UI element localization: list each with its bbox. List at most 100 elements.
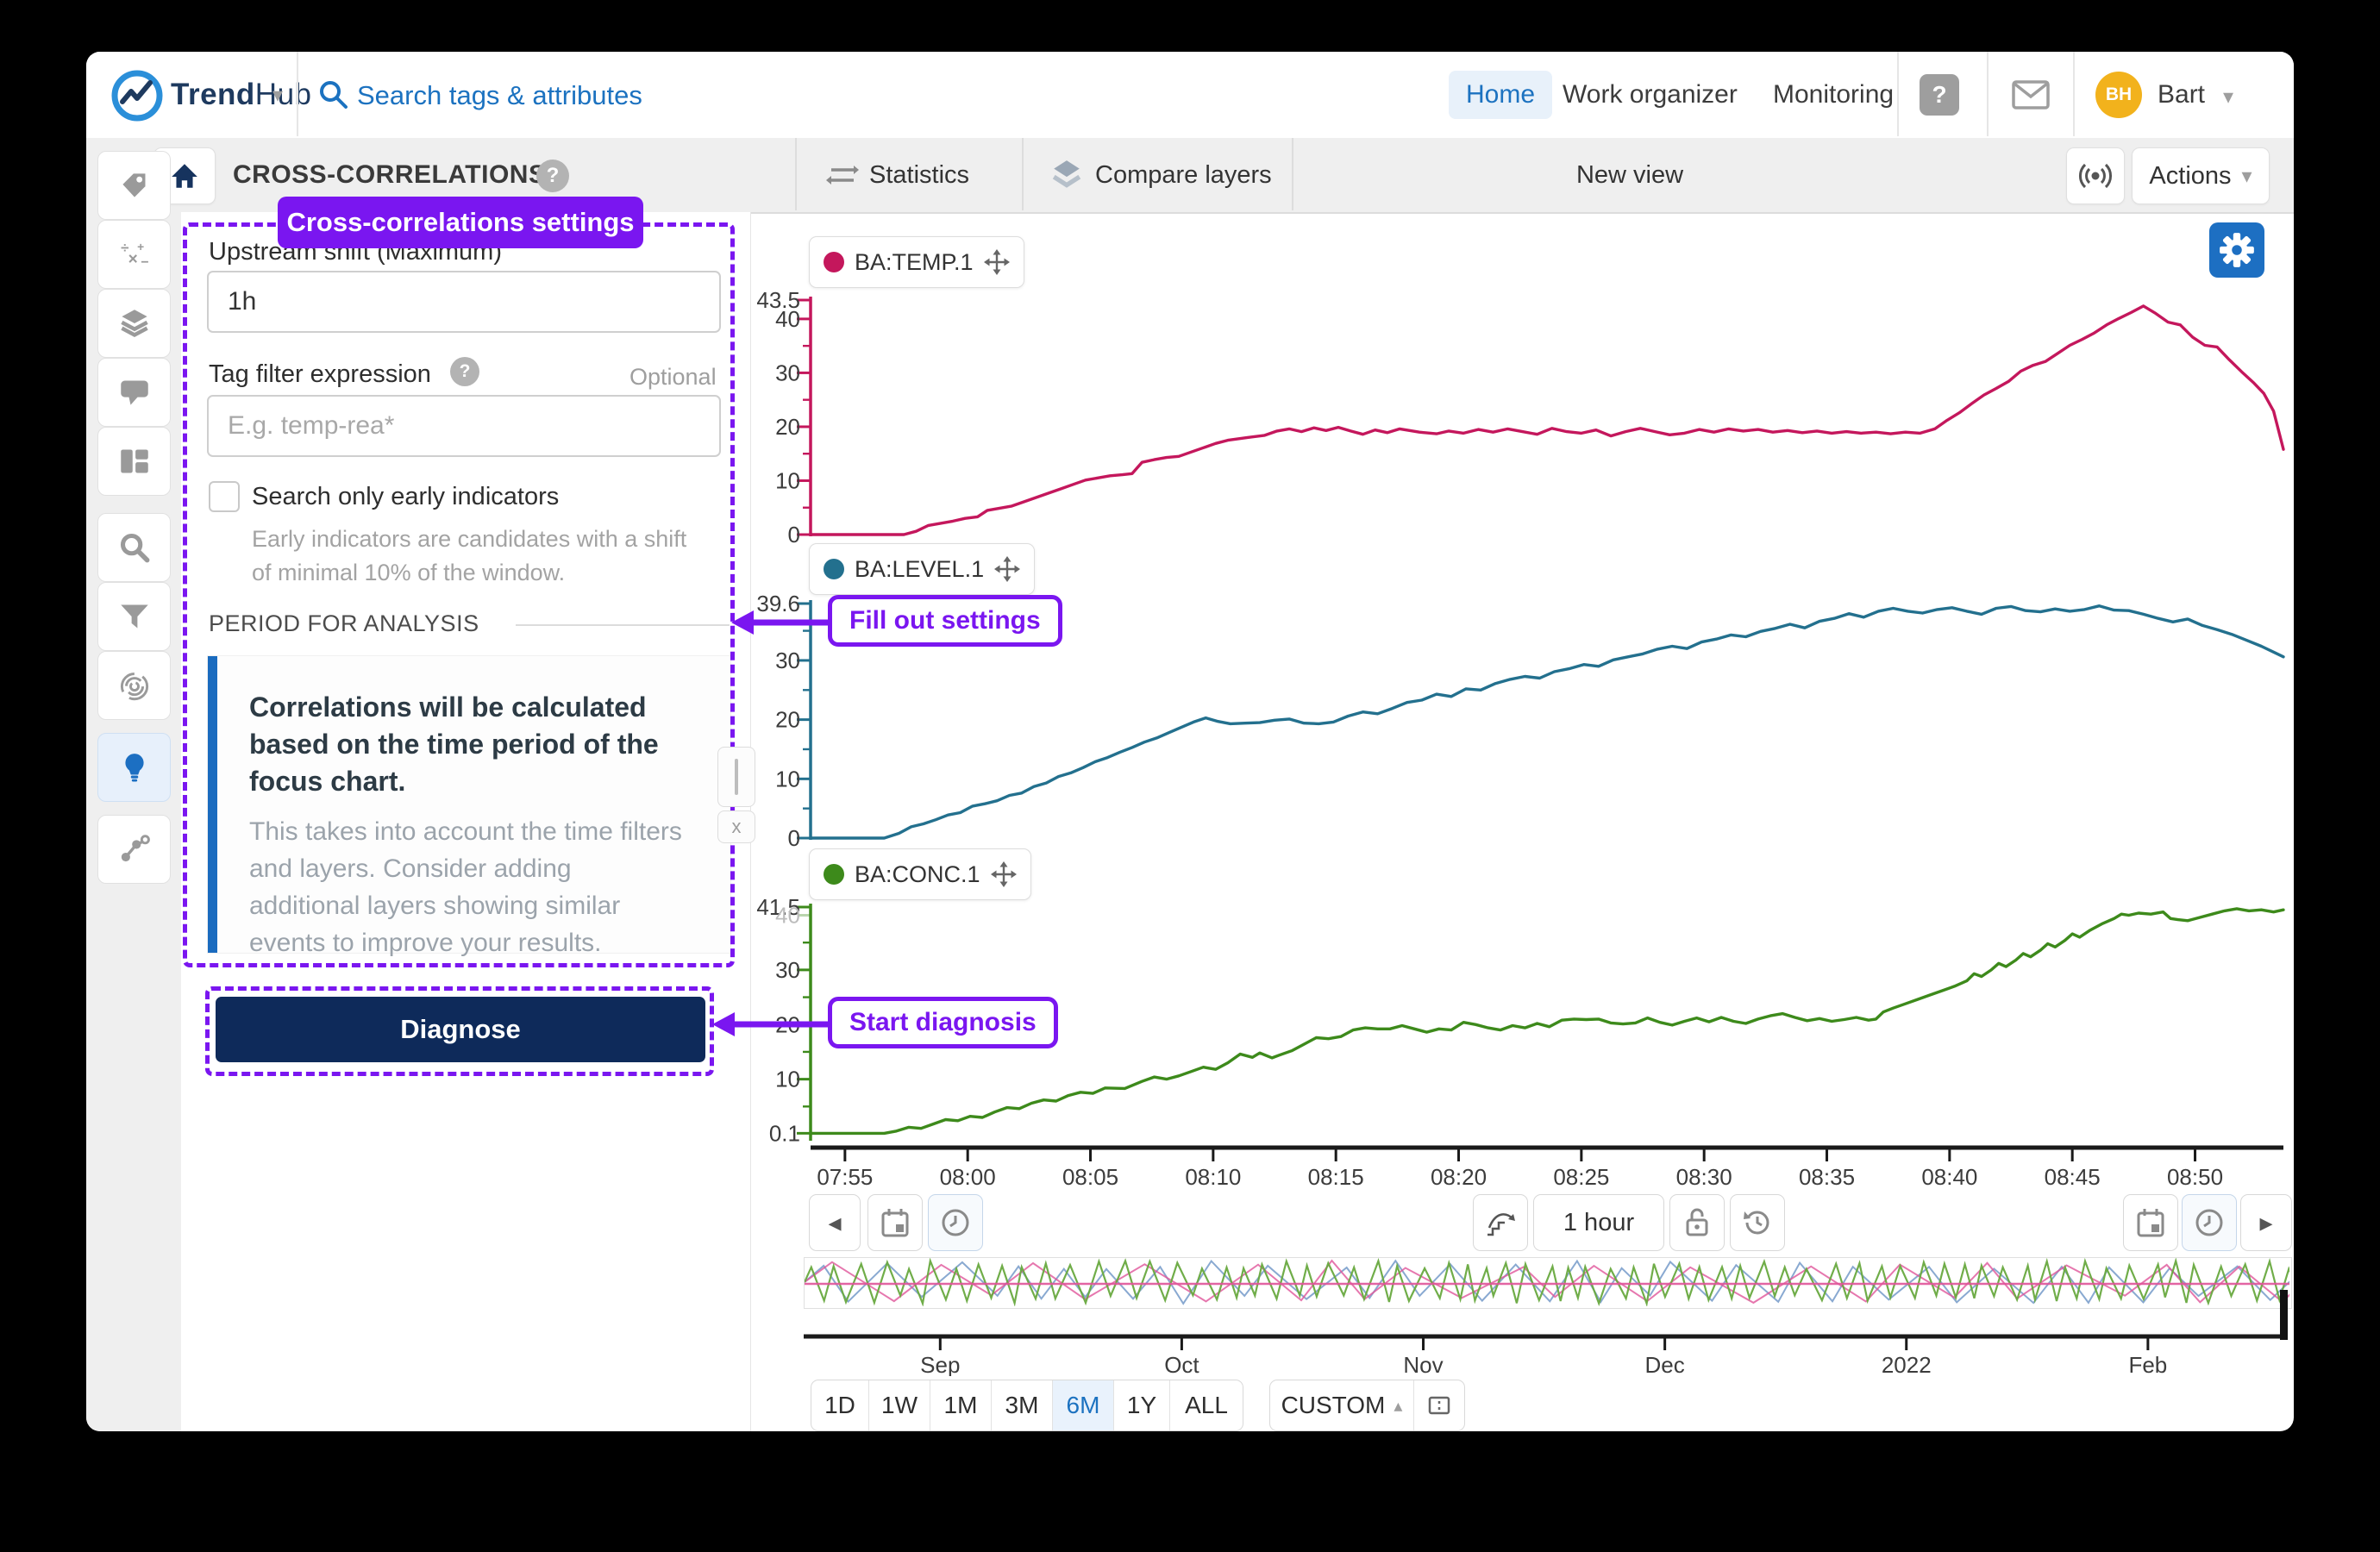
svg-text:08:40: 08:40 [1921, 1164, 1977, 1190]
svg-text:40: 40 [775, 306, 800, 332]
svg-text:Sep: Sep [920, 1352, 960, 1376]
sidebar-item-filter[interactable] [97, 582, 171, 651]
custom-range-button[interactable]: CUSTOM ▴ [1270, 1380, 1413, 1430]
legend-chip-ba-conc-1[interactable]: BA:CONC.1 [809, 848, 1031, 900]
user-chevron-down-icon[interactable]: ▾ [2223, 84, 2233, 110]
help-icon[interactable]: ? [1920, 74, 1959, 116]
recommendations-icon [120, 752, 149, 783]
zoom-preset-6m[interactable]: 6M [1052, 1380, 1113, 1430]
history-button[interactable] [1730, 1194, 1785, 1251]
divider [1897, 52, 1899, 136]
zoom-preset-all[interactable]: ALL [1169, 1380, 1243, 1430]
legend-chip-ba-temp-1[interactable]: BA:TEMP.1 [809, 236, 1024, 288]
calendar-icon [880, 1207, 910, 1238]
period-info-card: Correlations will be calculated based on… [207, 655, 731, 954]
tag-filter-input[interactable]: E.g. temp-rea* [207, 395, 721, 457]
svg-text:08:25: 08:25 [1553, 1164, 1609, 1190]
diagnose-button[interactable]: Diagnose [216, 997, 705, 1062]
statistics-button[interactable]: Statistics [869, 161, 969, 190]
info-card-title: Correlations will be calculated based on… [249, 689, 680, 800]
divider [1987, 52, 1989, 136]
dashboards-icon [119, 447, 150, 476]
start-diagnosis-callout: Start diagnosis [828, 997, 1058, 1048]
timeline-scrubber-handle[interactable] [2280, 1290, 2288, 1340]
pan-left-button[interactable]: ◂ [809, 1194, 861, 1251]
tag-filter-help-icon[interactable]: ? [450, 357, 479, 386]
search-icon[interactable] [317, 78, 350, 111]
page-title: CROSS-CORRELATIONS [233, 160, 546, 190]
svg-text:40: 40 [775, 903, 800, 929]
series-label: BA:TEMP.1 [855, 249, 974, 276]
lock-scale-button[interactable] [1669, 1194, 1725, 1251]
actions-label: Actions [2149, 162, 2231, 191]
interpolation-button[interactable] [1473, 1194, 1528, 1251]
calendar-end-button[interactable] [2123, 1194, 2178, 1251]
zoom-preset-1w[interactable]: 1W [868, 1380, 930, 1430]
live-mode-button[interactable] [2066, 147, 2125, 204]
svg-text:08:05: 08:05 [1062, 1164, 1118, 1190]
settings-annotation-label: Cross-correlations settings [278, 197, 643, 248]
sidebar-item-layers[interactable] [97, 289, 171, 358]
early-indicators-checkbox[interactable] [209, 481, 240, 512]
divider [1292, 138, 1293, 210]
fingerprint-icon [119, 670, 150, 701]
zoom-preset-1d[interactable]: 1D [811, 1380, 868, 1430]
upstream-shift-input[interactable]: 1h [207, 271, 721, 333]
avatar[interactable]: BH [2095, 72, 2142, 118]
chart-settings-button[interactable] [2209, 222, 2264, 278]
zoom-preset-3m[interactable]: 3M [991, 1380, 1052, 1430]
divider [297, 52, 298, 136]
pan-right-button[interactable]: ▸ [2240, 1194, 2292, 1251]
nav-tab-monitoring[interactable]: Monitoring [1773, 80, 1894, 110]
title-help-icon[interactable]: ? [536, 160, 569, 192]
custom-range-group: CUSTOM ▴ [1269, 1380, 1465, 1431]
svg-text:08:45: 08:45 [2045, 1164, 2101, 1190]
actions-button[interactable]: Actions ▾ [2132, 147, 2270, 204]
sidebar-item-fingerprint[interactable] [97, 651, 171, 720]
chart-ba-temp-1[interactable]: 43.5403020100 [750, 285, 2294, 554]
svg-text:08:35: 08:35 [1799, 1164, 1855, 1190]
compare-layers-button[interactable]: Compare layers [1095, 161, 1272, 190]
period-section-header: PERIOD FOR ANALYSIS [209, 610, 479, 637]
sidebar-item-dashboards[interactable] [97, 427, 171, 496]
search-input[interactable]: Search tags & attributes [357, 80, 642, 111]
legend-chip-ba-level-1[interactable]: BA:LEVEL.1 [809, 543, 1035, 595]
tag-filter-placeholder: E.g. temp-rea* [228, 411, 394, 441]
sidebar-item-context[interactable] [97, 815, 171, 884]
time-start-button[interactable] [928, 1194, 983, 1251]
svg-text:20: 20 [775, 414, 800, 440]
sidebar-item-comments[interactable] [97, 358, 171, 427]
time-end-button[interactable] [2182, 1194, 2237, 1251]
broadcast-icon [2078, 159, 2113, 193]
zoom-preset-1y[interactable]: 1Y [1113, 1380, 1169, 1430]
tag-filter-label: Tag filter expression [209, 360, 431, 389]
fit-range-button[interactable] [1413, 1380, 1464, 1430]
history-icon [1741, 1206, 1774, 1239]
user-name[interactable]: Bart [2158, 80, 2205, 110]
context-minimap[interactable] [804, 1257, 2292, 1309]
sidebar-item-recommendations[interactable] [97, 733, 171, 802]
info-card-body: This takes into account the time filters… [249, 813, 689, 961]
series-color-dot [824, 864, 844, 885]
navigator-axis-canvas: SepOctNovDec2022Feb [750, 1324, 2294, 1376]
brand-chevron-down-icon[interactable]: ▾ [272, 83, 283, 108]
sidebar-item-search[interactable] [97, 513, 171, 582]
mail-icon[interactable] [2011, 78, 2051, 111]
nav-tab-work-organizer[interactable]: Work organizer [1563, 80, 1738, 110]
panel-collapse-button[interactable]: x [717, 810, 755, 843]
svg-text:08:15: 08:15 [1308, 1164, 1364, 1190]
info-accent-bar [208, 656, 217, 953]
svg-text:08:30: 08:30 [1676, 1164, 1732, 1190]
clock-icon [940, 1207, 971, 1238]
sidebar-item-calculations[interactable]: ÷+×− [97, 220, 171, 289]
panel-resize-handle[interactable] [717, 747, 755, 807]
sidebar-item-tags[interactable] [97, 151, 171, 220]
zoom-preset-1m[interactable]: 1M [930, 1380, 991, 1430]
time-axis: 07:5508:0008:0508:1008:1508:2008:2508:30… [750, 1140, 2294, 1190]
svg-text:10: 10 [775, 766, 800, 792]
nav-tab-home[interactable]: Home [1449, 71, 1552, 119]
svg-text:Feb: Feb [2128, 1352, 2167, 1376]
start-diagnosis-arrow [709, 1005, 831, 1043]
resolution-button[interactable]: 1 hour [1533, 1194, 1664, 1251]
calendar-start-button[interactable] [867, 1194, 923, 1251]
